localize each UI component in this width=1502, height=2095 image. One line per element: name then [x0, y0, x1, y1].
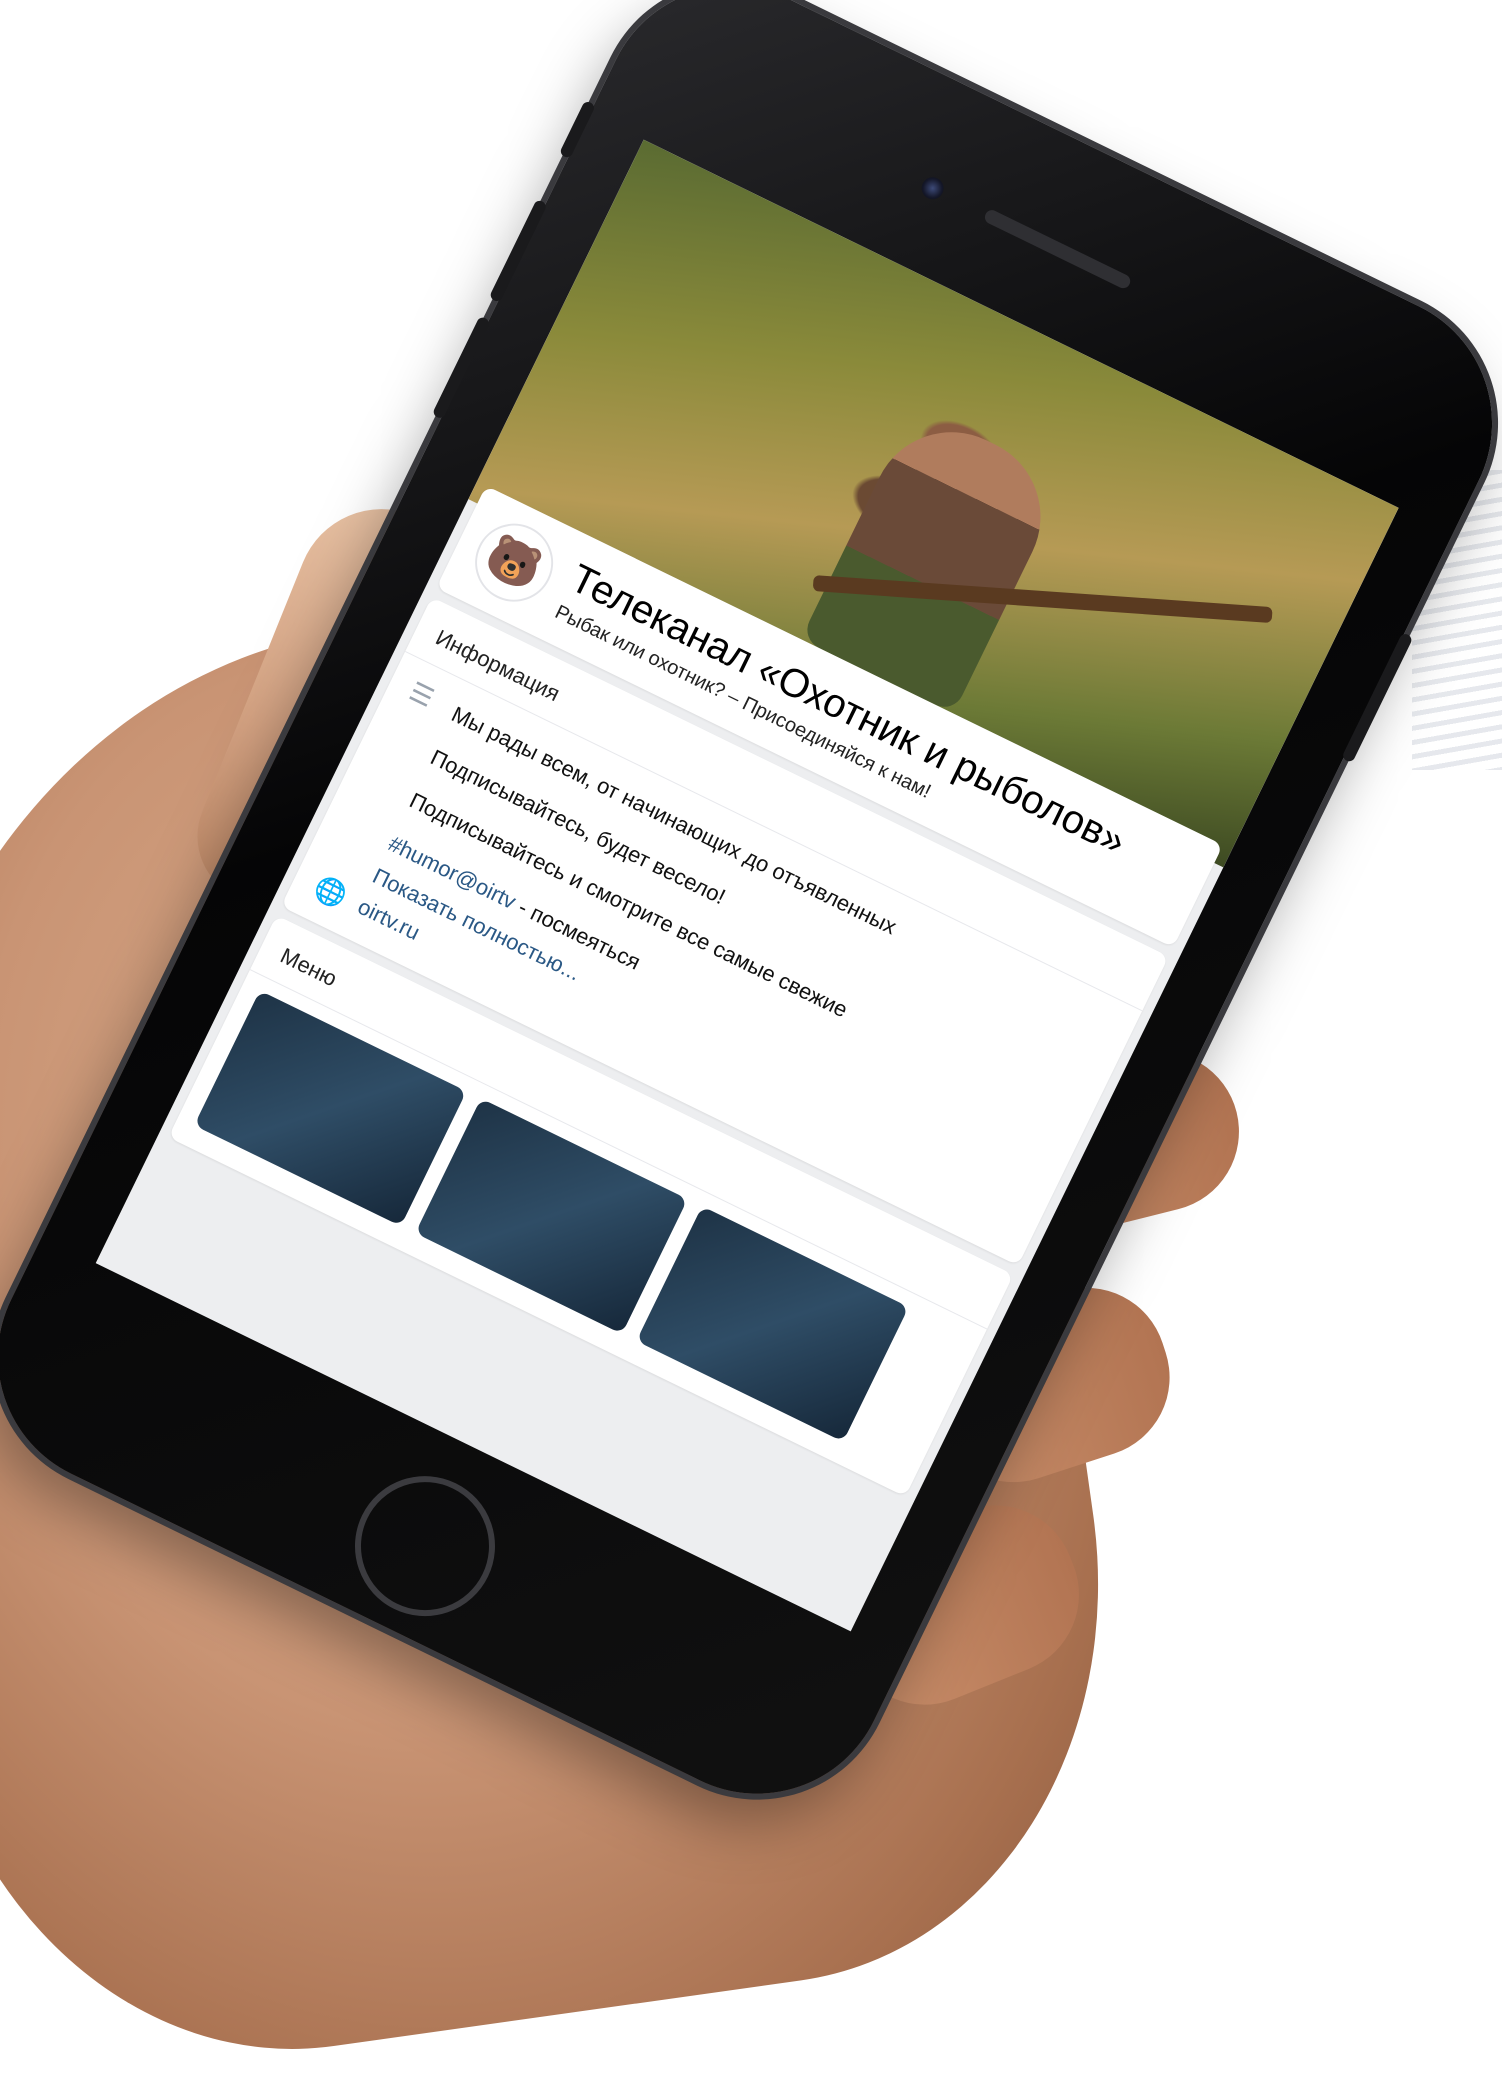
text-lines-icon: ☰ — [404, 675, 439, 714]
globe-icon: 🌐 — [309, 871, 352, 913]
bear-head-logo[interactable]: 🐻 — [461, 510, 567, 615]
